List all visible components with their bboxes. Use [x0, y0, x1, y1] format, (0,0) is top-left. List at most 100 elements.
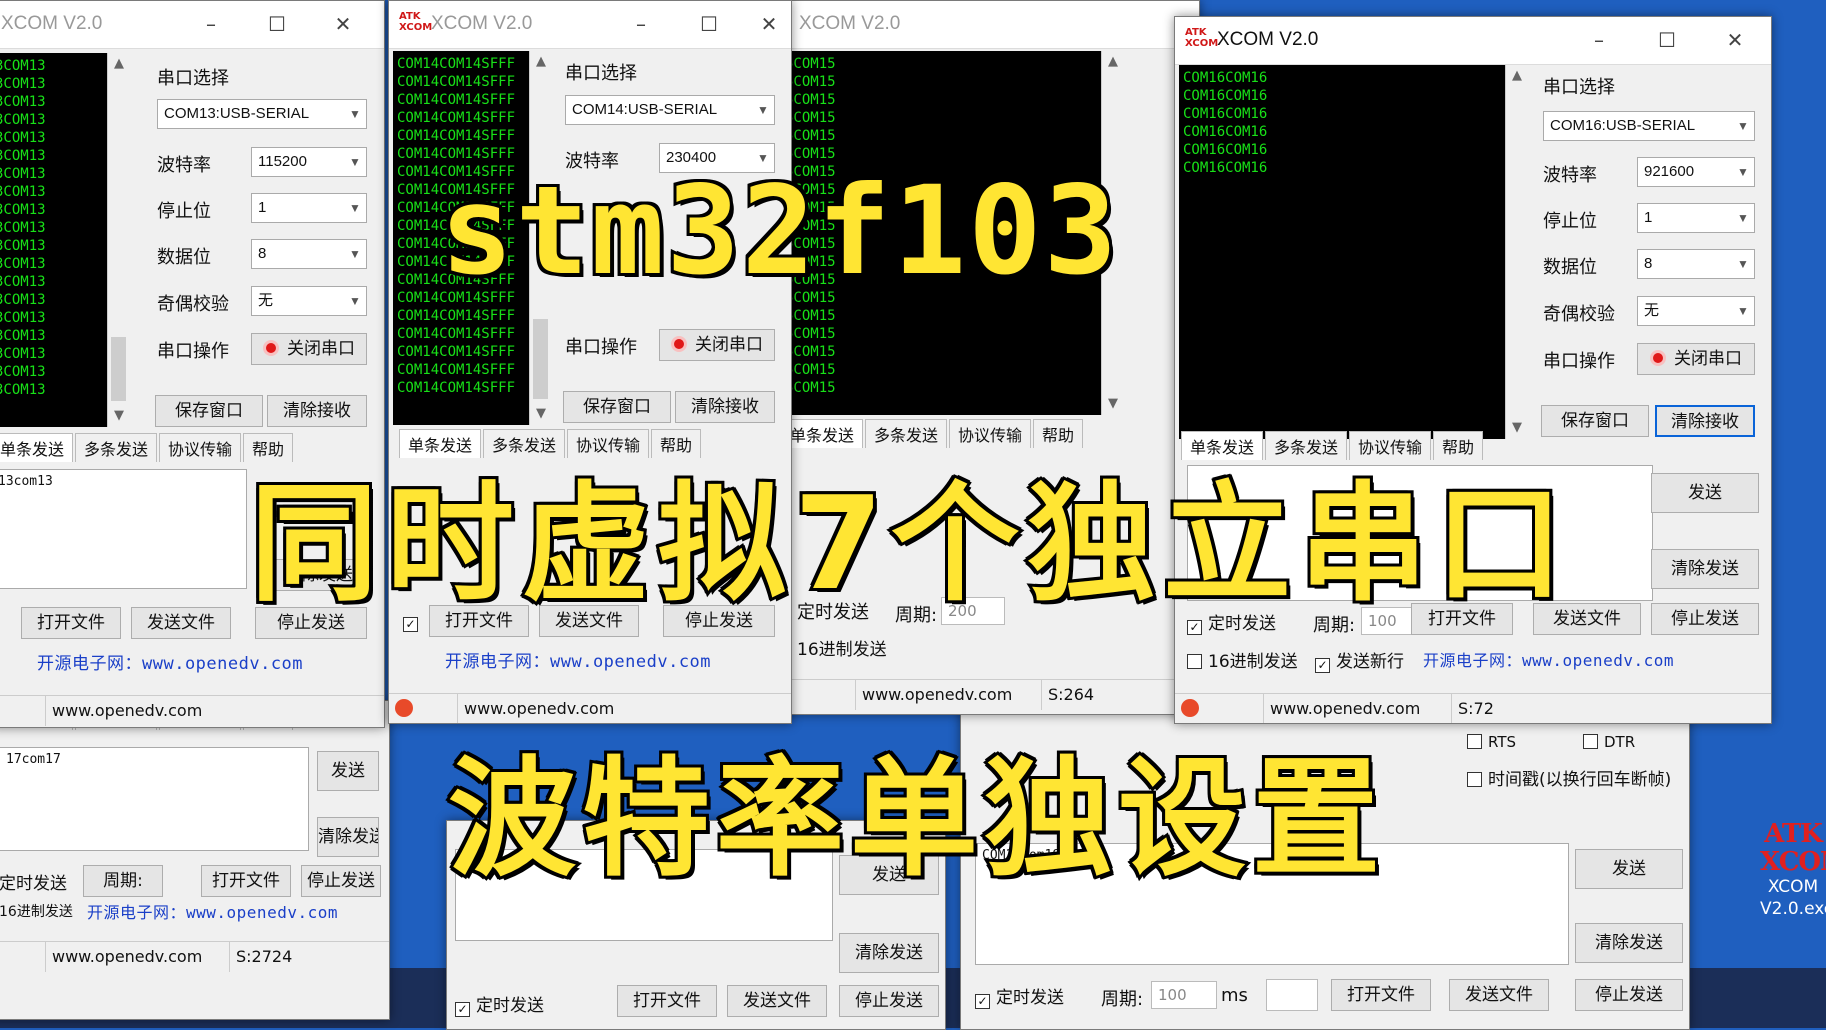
file-path-input[interactable]	[1266, 979, 1318, 1011]
baud-select[interactable]: 921600 ▼	[1637, 157, 1755, 187]
title-bar[interactable]: ATK XCOM XCOM V2.0 – ☐ ✕	[389, 1, 791, 49]
receive-scrollbar[interactable]: ▲ ▼	[107, 53, 129, 427]
data-bits-select[interactable]: 8 ▼	[1637, 249, 1755, 279]
dtr-checkbox[interactable]: DTR	[1583, 733, 1635, 751]
receive-line: COM14COM14SFFF	[397, 128, 516, 144]
parity-select[interactable]: 无 ▼	[251, 286, 367, 316]
send-file-button[interactable]: 发送文件	[727, 985, 827, 1017]
parity-select[interactable]: 无 ▼	[1637, 296, 1755, 326]
port-select[interactable]: COM13:USB-SERIAL ▼	[157, 99, 367, 129]
stop-send-button[interactable]: 停止发送	[839, 985, 939, 1017]
timed-send-checkbox[interactable]: 定时发送	[0, 869, 67, 894]
timestamp-checkbox[interactable]: 时间戳(以换行回车断帧)	[1467, 765, 1671, 790]
save-window-button[interactable]: 保存窗口	[563, 391, 671, 423]
minimize-icon[interactable]: –	[621, 9, 661, 39]
timed-send-checkbox[interactable]: ✓ 定时发送	[455, 991, 544, 1017]
xcom-desktop-shortcut[interactable]: ATKXCOM XCOM V2.0.exe	[1760, 820, 1826, 920]
stop-bits-select[interactable]: 1 ▼	[1637, 203, 1755, 233]
stop-send-button[interactable]: 停止发送	[301, 865, 381, 897]
receive-line: COM14COM14SFFF	[397, 326, 516, 342]
website-link[interactable]: 开源电子网：www.openedv.com	[37, 649, 303, 674]
tab-multi[interactable]: 多条发送	[75, 433, 158, 462]
title-bar[interactable]: ATK XCOM XCOM V2.0 – ☐ ✕	[1175, 17, 1771, 65]
scroll-down-icon[interactable]: ▼	[1506, 417, 1528, 439]
caption-virtual-ports: 同时虚拟7个独立串口	[247, 467, 1572, 622]
title-bar[interactable]: XCOM V2.0	[781, 1, 1199, 49]
scroll-up-icon[interactable]: ▲	[1102, 51, 1124, 73]
open-file-button[interactable]: 打开文件	[21, 607, 121, 639]
hex-send-checkbox[interactable]: 16进制发送	[1187, 647, 1298, 672]
scroll-down-icon[interactable]: ▼	[1102, 393, 1124, 415]
clear-send-button[interactable]: 清除发送	[317, 817, 379, 857]
send-button[interactable]: 发送	[1575, 849, 1683, 889]
clear-send-button[interactable]: 清除发送	[839, 933, 939, 973]
stop-send-button[interactable]: 停止发送	[1575, 979, 1683, 1011]
open-file-button[interactable]: 打开文件	[617, 985, 717, 1017]
minimize-icon[interactable]: –	[191, 9, 231, 39]
send-file-button[interactable]: 发送文件	[131, 607, 231, 639]
hex-send-checkbox[interactable]: 16进制发送	[0, 901, 73, 921]
clear-send-button[interactable]: 清除发送	[1651, 549, 1759, 589]
status-url: www.openedv.com	[855, 680, 1012, 710]
open-file-button[interactable]: 打开文件	[201, 865, 291, 897]
website-link[interactable]: 开源电子网：www.openedv.com	[87, 899, 338, 923]
receive-scrollbar[interactable]: ▲ ▼	[1505, 65, 1527, 439]
clear-send-button[interactable]: 清除发送	[1575, 923, 1683, 963]
checked-icon: ✓	[1315, 658, 1330, 673]
tab-protocol[interactable]: 协议传输	[159, 433, 242, 462]
receive-line: COM14COM14SFFF	[397, 362, 516, 378]
clear-receive-button[interactable]: 清除接收	[267, 395, 367, 427]
website-link[interactable]: 开源电子网：www.openedv.com	[445, 647, 711, 672]
scroll-up-icon[interactable]: ▲	[530, 51, 552, 73]
stop-send-button[interactable]: 停止发送	[1651, 603, 1759, 635]
receive-line: 3COM13	[0, 328, 46, 344]
port-select[interactable]: COM14:USB-SERIAL ▼	[565, 95, 775, 125]
maximize-icon[interactable]: ☐	[257, 9, 297, 39]
clear-receive-button[interactable]: 清除接收	[675, 391, 775, 423]
scroll-thumb[interactable]	[111, 337, 126, 401]
clear-receive-button[interactable]: 清除接收	[1655, 405, 1755, 437]
data-bits-select[interactable]: 8 ▼	[251, 239, 367, 269]
receive-line: COM16COM16	[1183, 160, 1268, 176]
open-file-button[interactable]: 打开文件	[1331, 979, 1431, 1011]
close-port-button[interactable]: 关闭串口	[1637, 343, 1755, 375]
tab-single[interactable]: 单条发送	[0, 433, 74, 462]
send-newline-checkbox[interactable]: ✓ 发送新行	[1315, 647, 1404, 673]
close-port-button[interactable]: 关闭串口	[251, 333, 367, 365]
close-icon[interactable]: ✕	[749, 9, 789, 39]
status-icon-cell[interactable]	[389, 694, 413, 723]
website-link[interactable]: 开源电子网：www.openedv.com	[1423, 647, 1674, 671]
receive-line: 3COM13	[0, 202, 46, 218]
baud-select[interactable]: 115200 ▼	[251, 147, 367, 177]
rts-checkbox[interactable]: RTS	[1467, 733, 1516, 751]
save-window-button[interactable]: 保存窗口	[155, 395, 263, 427]
port-select[interactable]: COM16:USB-SERIAL ▼	[1543, 111, 1755, 141]
period-input[interactable]: 100	[1151, 981, 1217, 1009]
receive-area[interactable]: COM16COM16 COM16COM16 COM16COM16 COM16COM16…	[1179, 65, 1505, 439]
title-bar[interactable]: XCOM V2.0 – ☐ ✕	[0, 1, 384, 49]
close-icon[interactable]: ✕	[1715, 25, 1755, 55]
chevron-down-icon: ▼	[349, 107, 361, 121]
save-window-button[interactable]: 保存窗口	[1541, 405, 1649, 437]
send-file-button[interactable]: 发送文件	[1449, 979, 1549, 1011]
timed-send-checkbox[interactable]: ✓ 定时发送	[975, 983, 1064, 1009]
send-textarea[interactable]: 13com13	[0, 469, 247, 589]
send-button[interactable]: 发送	[1651, 473, 1759, 513]
hex-send-checkbox[interactable]: 16进制发送	[797, 635, 887, 660]
maximize-icon[interactable]: ☐	[689, 9, 729, 39]
scroll-down-icon[interactable]: ▼	[108, 405, 130, 427]
scroll-up-icon[interactable]: ▲	[108, 53, 130, 75]
minimize-icon[interactable]: –	[1579, 25, 1619, 55]
receive-line: COM14COM14SFFF	[397, 110, 516, 126]
send-button[interactable]: 发送	[317, 751, 379, 791]
send-textarea[interactable]: 17com17	[0, 747, 309, 851]
scroll-up-icon[interactable]: ▲	[1506, 65, 1528, 87]
scroll-down-icon[interactable]: ▼	[530, 403, 552, 425]
maximize-icon[interactable]: ☐	[1647, 25, 1687, 55]
close-port-button[interactable]: 关闭串口	[659, 329, 775, 361]
receive-area[interactable]: 3COM13 3COM13 3COM13 3COM13 3COM13 3COM13 3COM…	[0, 53, 107, 427]
close-icon[interactable]: ✕	[323, 9, 363, 39]
stop-bits-select[interactable]: 1 ▼	[251, 193, 367, 223]
scroll-thumb[interactable]	[533, 319, 548, 399]
status-bar: www.openedv.com S:2724	[0, 941, 389, 972]
